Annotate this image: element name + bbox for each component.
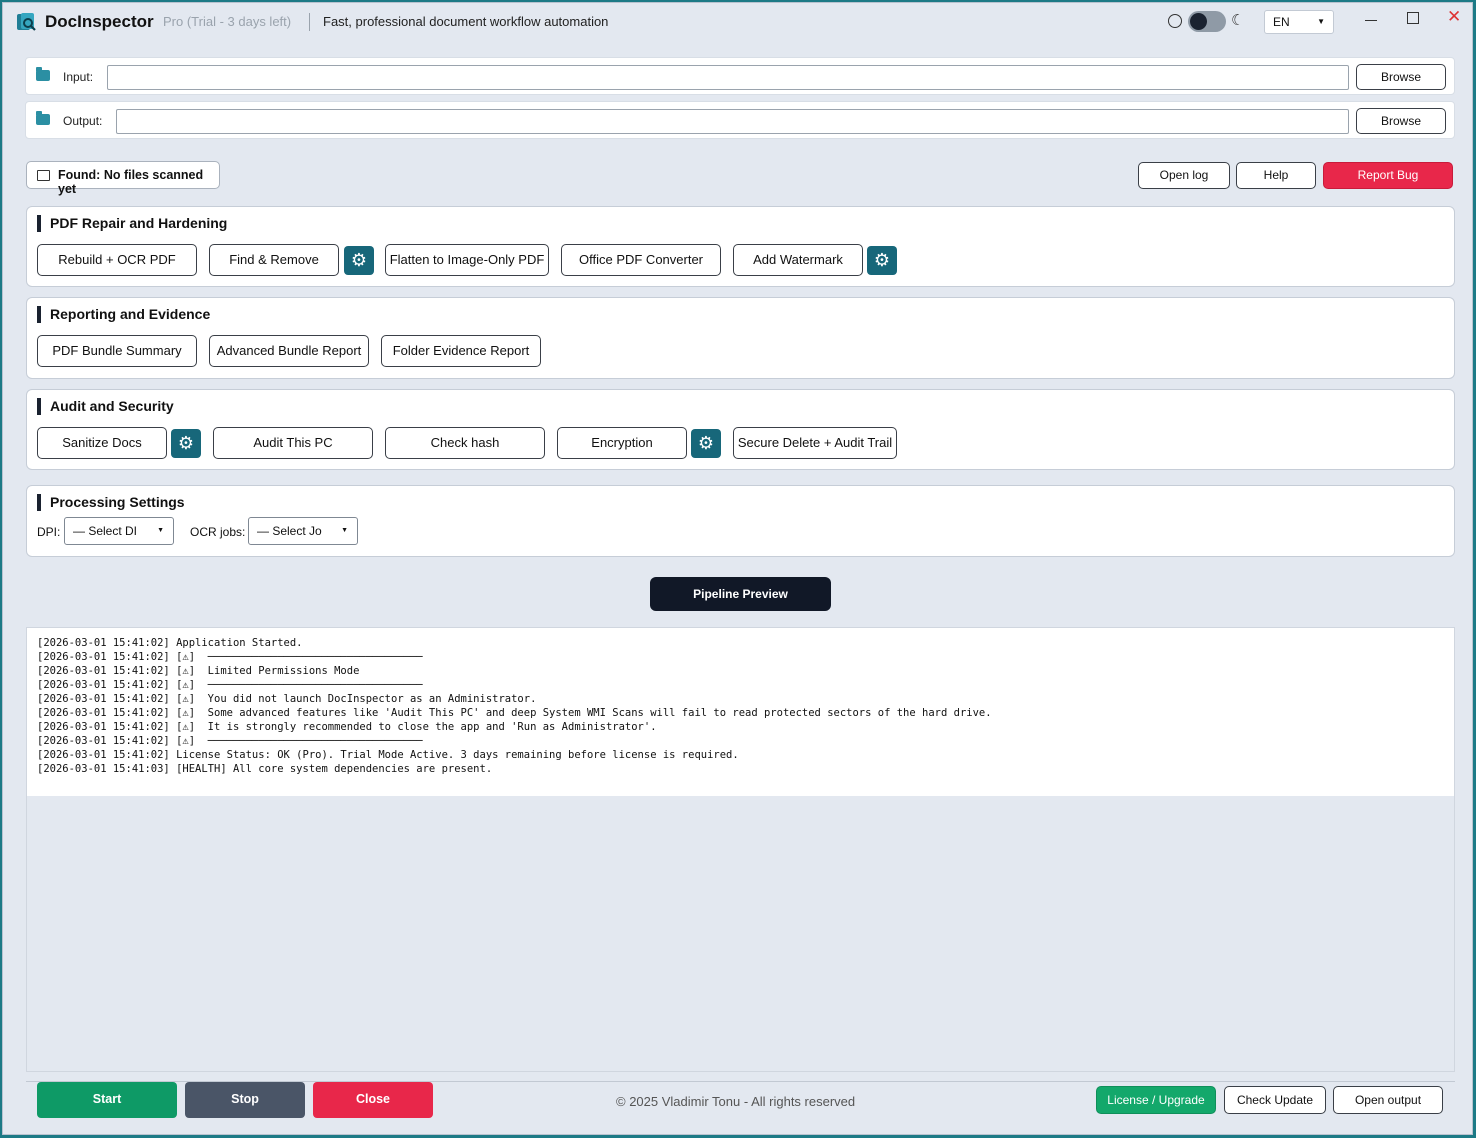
input-path-field[interactable]	[107, 65, 1349, 90]
log-line: [2026-03-01 15:41:02] [⚠] It is strongly…	[37, 721, 657, 733]
pdf-bundle-summary-button[interactable]: PDF Bundle Summary	[37, 335, 197, 367]
dpi-select[interactable]: — Select DI ▼	[64, 517, 174, 545]
check-hash-button[interactable]: Check hash	[385, 427, 545, 459]
dpi-label: DPI:	[37, 525, 61, 539]
input-browse-button[interactable]: Browse	[1356, 64, 1446, 90]
add-watermark-button[interactable]: Add Watermark	[733, 244, 863, 276]
copyright-text: © 2025 Vladimir Tonu - All rights reserv…	[616, 1094, 856, 1109]
input-path-bar: Input: Browse	[25, 57, 1455, 95]
app-name: DocInspector	[45, 12, 154, 31]
app-window: DocInspector Pro (Trial - 3 days left) F…	[2, 2, 1473, 1135]
log-line: [2026-03-01 15:41:02] [⚠] Limited Permis…	[37, 665, 360, 677]
license-upgrade-button[interactable]: License / Upgrade	[1096, 1086, 1216, 1114]
gear-icon[interactable]: ⚙	[691, 429, 721, 458]
section-audit: Audit and Security Sanitize Docs ⚙ Audit…	[26, 389, 1455, 470]
log-line: [2026-03-01 15:41:02] [⚠] ──────────────…	[37, 679, 423, 691]
sun-icon	[1168, 14, 1182, 28]
output-browse-button[interactable]: Browse	[1356, 108, 1446, 134]
open-log-button[interactable]: Open log	[1138, 162, 1230, 189]
section-reporting: Reporting and Evidence PDF Bundle Summar…	[26, 297, 1455, 379]
theme-toggle[interactable]	[1188, 11, 1226, 32]
chevron-down-icon: ▼	[157, 527, 164, 534]
report-bug-button[interactable]: Report Bug	[1323, 162, 1453, 189]
stop-button[interactable]: Stop	[185, 1082, 305, 1118]
language-value: EN	[1273, 15, 1290, 29]
ocr-jobs-label: OCR jobs:	[190, 525, 246, 539]
find-remove-button[interactable]: Find & Remove	[209, 244, 339, 276]
found-status-badge: Found: No files scanned yet	[26, 161, 220, 196]
clipboard-icon	[37, 170, 50, 181]
pipeline-preview-button[interactable]: Pipeline Preview	[650, 577, 831, 611]
secure-delete-button[interactable]: Secure Delete + Audit Trail	[733, 427, 897, 459]
section-title: Processing Settings	[37, 494, 185, 511]
window-close-button[interactable]: ✕	[1447, 7, 1461, 27]
folder-icon	[36, 67, 50, 81]
output-path-bar: Output: Browse	[25, 101, 1455, 139]
flatten-button[interactable]: Flatten to Image-Only PDF	[385, 244, 549, 276]
input-label: Input:	[63, 70, 94, 84]
chevron-down-icon: ▼	[1317, 17, 1325, 26]
toggle-knob	[1190, 13, 1207, 30]
section-title: PDF Repair and Hardening	[37, 215, 227, 232]
app-edition: Pro (Trial - 3 days left)	[163, 14, 292, 29]
folder-evidence-report-button[interactable]: Folder Evidence Report	[381, 335, 541, 367]
log-line: [2026-03-01 15:41:02] [⚠] ──────────────…	[37, 735, 423, 747]
open-output-button[interactable]: Open output	[1333, 1086, 1443, 1114]
log-panel[interactable]: [2026-03-01 15:41:02] Application Starte…	[26, 627, 1455, 1072]
dpi-value: — Select DI	[73, 524, 138, 538]
gear-icon[interactable]: ⚙	[867, 246, 897, 275]
log-line: [2026-03-01 15:41:03] [HEALTH] All core …	[37, 763, 493, 775]
log-line: [2026-03-01 15:41:02] [⚠] Some advanced …	[37, 707, 992, 719]
minimize-button[interactable]	[1365, 20, 1377, 21]
maximize-button[interactable]	[1407, 12, 1419, 24]
office-converter-button[interactable]: Office PDF Converter	[561, 244, 721, 276]
log-line: [2026-03-01 15:41:02] License Status: OK…	[37, 749, 739, 761]
gear-icon[interactable]: ⚙	[171, 429, 201, 458]
section-processing-settings: Processing Settings DPI: — Select DI ▼ O…	[26, 485, 1455, 557]
log-line: [2026-03-01 15:41:02] Application Starte…	[37, 637, 303, 649]
help-button[interactable]: Help	[1236, 162, 1316, 189]
app-logo-icon	[17, 13, 36, 31]
section-pdf-repair: PDF Repair and Hardening Rebuild + OCR P…	[26, 206, 1455, 287]
ocr-jobs-select[interactable]: — Select Jo ▼	[248, 517, 358, 545]
title-separator	[309, 13, 310, 31]
advanced-bundle-report-button[interactable]: Advanced Bundle Report	[209, 335, 369, 367]
output-path-field[interactable]	[116, 109, 1349, 134]
language-select[interactable]: EN ▼	[1264, 10, 1334, 34]
log-lines: [2026-03-01 15:41:02] Application Starte…	[27, 628, 1454, 796]
encryption-button[interactable]: Encryption	[557, 427, 687, 459]
sanitize-docs-button[interactable]: Sanitize Docs	[37, 427, 167, 459]
audit-this-pc-button[interactable]: Audit This PC	[213, 427, 373, 459]
start-button[interactable]: Start	[37, 1082, 177, 1118]
log-line: [2026-03-01 15:41:02] [⚠] You did not la…	[37, 693, 537, 705]
gear-icon[interactable]: ⚙	[344, 246, 374, 275]
found-status-text: Found: No files scanned yet	[58, 168, 204, 196]
check-update-button[interactable]: Check Update	[1224, 1086, 1326, 1114]
moon-icon: ☾	[1231, 12, 1245, 29]
folder-icon	[36, 111, 50, 125]
log-line: [2026-03-01 15:41:02] [⚠] ──────────────…	[37, 651, 423, 663]
ocr-jobs-value: — Select Jo	[257, 524, 322, 538]
close-button[interactable]: Close	[313, 1082, 433, 1118]
section-title: Audit and Security	[37, 398, 174, 415]
section-title: Reporting and Evidence	[37, 306, 210, 323]
output-label: Output:	[63, 114, 103, 128]
app-tagline: Fast, professional document workflow aut…	[323, 14, 609, 29]
chevron-down-icon: ▼	[341, 527, 348, 534]
title-bar: DocInspector Pro (Trial - 3 days left) F…	[3, 3, 1472, 41]
rebuild-ocr-button[interactable]: Rebuild + OCR PDF	[37, 244, 197, 276]
